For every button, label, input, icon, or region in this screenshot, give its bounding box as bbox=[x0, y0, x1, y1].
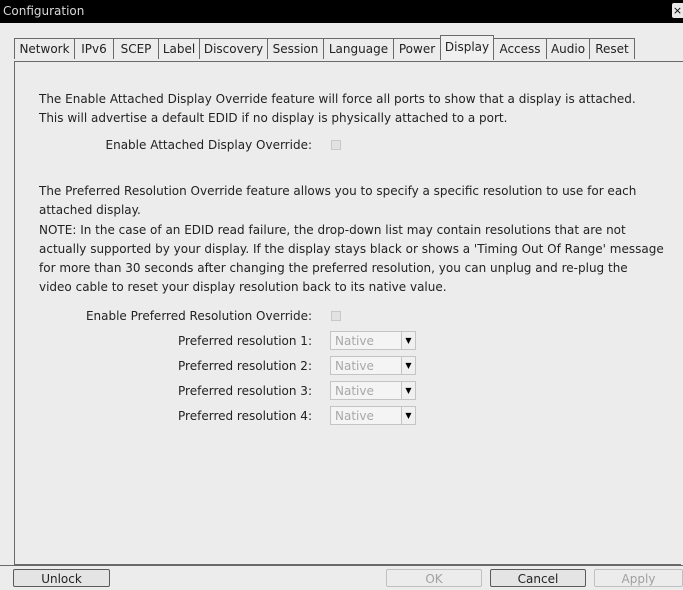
preferred-resolution-3-select[interactable]: Native ▼ bbox=[330, 381, 416, 400]
button-bar-divider bbox=[0, 565, 683, 566]
preferred-resolution-1-select[interactable]: Native ▼ bbox=[330, 331, 416, 350]
tab-ipv6[interactable]: IPv6 bbox=[74, 38, 114, 59]
cancel-button[interactable]: Cancel bbox=[490, 569, 586, 587]
close-icon[interactable]: × bbox=[672, 3, 683, 18]
tab-label[interactable]: Label bbox=[158, 38, 200, 59]
tab-display[interactable]: Display bbox=[440, 35, 494, 60]
preferred-resolution-4-select[interactable]: Native ▼ bbox=[330, 406, 416, 425]
apply-button[interactable]: Apply bbox=[594, 569, 683, 587]
tab-language[interactable]: Language bbox=[323, 38, 394, 59]
ok-button[interactable]: OK bbox=[386, 569, 482, 587]
preferred-resolution-2-label: Preferred resolution 2: bbox=[178, 359, 312, 373]
preferred-resolution-1-label: Preferred resolution 1: bbox=[178, 334, 312, 348]
window-titlebar: Configuration × bbox=[0, 0, 683, 23]
tab-audio[interactable]: Audio bbox=[546, 38, 590, 59]
window-title: Configuration bbox=[3, 4, 85, 18]
preferred-resolution-3-label: Preferred resolution 3: bbox=[178, 384, 312, 398]
preferred-resolution-2-select[interactable]: Native ▼ bbox=[330, 356, 416, 375]
preferred-resolution-4-value: Native bbox=[335, 409, 374, 423]
preferred-resolution-override-checkbox[interactable] bbox=[331, 311, 341, 321]
chevron-down-icon: ▼ bbox=[401, 382, 415, 399]
chevron-down-icon: ▼ bbox=[401, 407, 415, 424]
preferred-resolution-1-value: Native bbox=[335, 334, 374, 348]
attached-display-override-checkbox[interactable] bbox=[331, 140, 341, 150]
edid-note: NOTE: In the case of an EDID read failur… bbox=[39, 223, 664, 294]
preferred-resolution-3-value: Native bbox=[335, 384, 374, 398]
attached-display-override-label: Enable Attached Display Override: bbox=[105, 138, 312, 152]
tab-reset[interactable]: Reset bbox=[589, 38, 635, 59]
tab-power[interactable]: Power bbox=[393, 38, 441, 59]
attached-display-description: The Enable Attached Display Override fea… bbox=[39, 92, 636, 125]
chevron-down-icon: ▼ bbox=[401, 332, 415, 349]
preferred-resolution-2-value: Native bbox=[335, 359, 374, 373]
tab-network[interactable]: Network bbox=[14, 38, 75, 59]
tab-access[interactable]: Access bbox=[493, 38, 547, 59]
preferred-resolution-description: The Preferred Resolution Override featur… bbox=[39, 184, 637, 217]
chevron-down-icon: ▼ bbox=[401, 357, 415, 374]
tab-discovery[interactable]: Discovery bbox=[199, 38, 268, 59]
unlock-button[interactable]: Unlock bbox=[13, 569, 110, 587]
tab-session[interactable]: Session bbox=[267, 38, 324, 59]
preferred-resolution-4-label: Preferred resolution 4: bbox=[178, 409, 312, 423]
tab-scep[interactable]: SCEP bbox=[113, 38, 159, 59]
preferred-resolution-override-label: Enable Preferred Resolution Override: bbox=[85, 309, 312, 323]
